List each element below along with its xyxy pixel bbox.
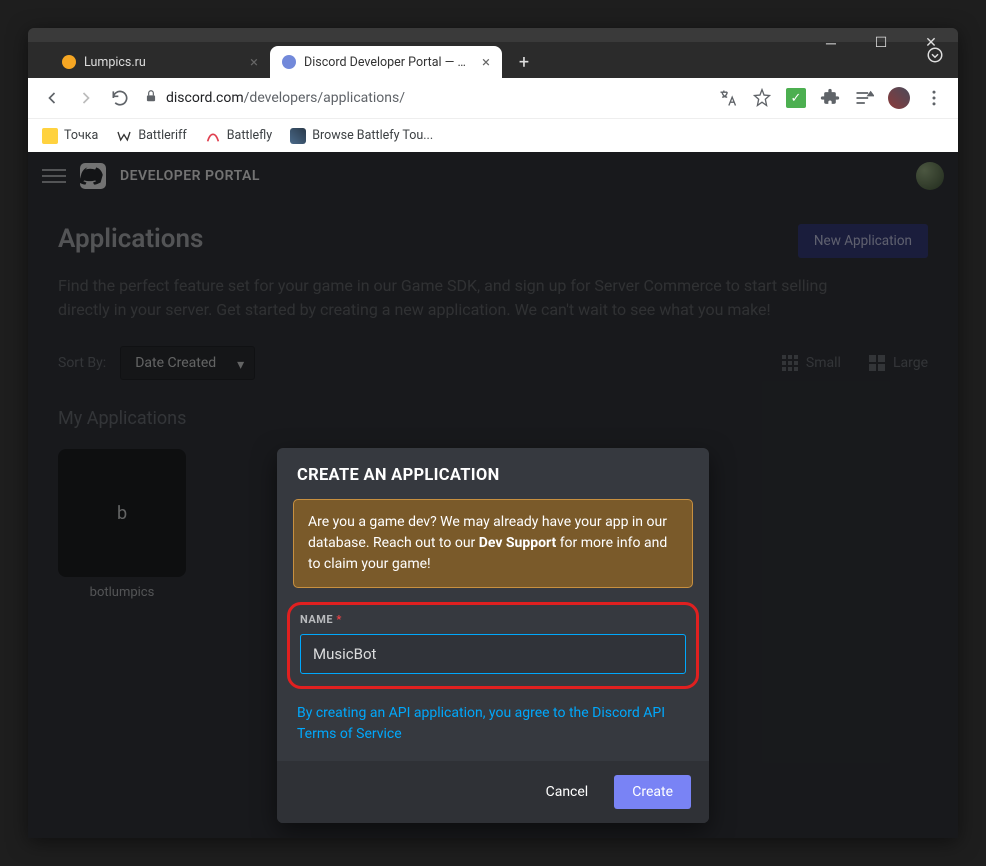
window-maximize-button[interactable]: ☐: [870, 32, 892, 54]
tab-favicon-icon: [62, 55, 76, 69]
window-titlebar: [28, 28, 958, 42]
menu-dots-icon[interactable]: [924, 88, 944, 108]
page-content: DEVELOPER PORTAL Applications New Applic…: [28, 152, 958, 838]
lock-icon: [144, 89, 158, 107]
tab-favicon-icon: [282, 55, 296, 69]
create-application-modal: CREATE AN APPLICATION Are you a game dev…: [277, 448, 709, 823]
extensions-icon[interactable]: [820, 88, 840, 108]
address-bar: discord.com/developers/applications/ ✓: [28, 78, 958, 118]
application-name-input[interactable]: [300, 634, 686, 674]
back-button[interactable]: [42, 88, 62, 108]
tab-close-icon[interactable]: ×: [250, 53, 258, 71]
tab-close-icon[interactable]: ×: [482, 53, 490, 71]
browser-tabs-bar: Lumpics.ru × Discord Developer Portal — …: [28, 42, 958, 78]
bookmark-icon: [116, 128, 132, 144]
new-tab-button[interactable]: +: [510, 48, 538, 76]
reload-button[interactable]: [110, 88, 130, 108]
tab-title: Lumpics.ru: [84, 55, 146, 70]
tab-title: Discord Developer Portal — My A: [304, 55, 474, 70]
translate-icon[interactable]: [718, 88, 738, 108]
bookmark-icon: [290, 128, 306, 144]
bookmarks-bar: Точка Battleriff Battlefly Browse Battle…: [28, 118, 958, 152]
browser-tab-discord[interactable]: Discord Developer Portal — My A ×: [270, 46, 502, 78]
bookmark-item[interactable]: Browse Battlefy Tou...: [290, 128, 433, 144]
browser-tab-lumpics[interactable]: Lumpics.ru ×: [50, 46, 270, 78]
name-field-label: NAME *: [300, 613, 686, 626]
dev-support-link[interactable]: Dev Support: [479, 535, 556, 551]
bookmark-item[interactable]: Battlefly: [205, 128, 272, 144]
modal-title: CREATE AN APPLICATION: [277, 448, 709, 499]
window-minimize-button[interactable]: ─: [820, 32, 842, 54]
game-dev-notice: Are you a game dev? We may already have …: [293, 499, 693, 588]
bookmark-item[interactable]: Точка: [42, 128, 98, 144]
extension-check-icon[interactable]: ✓: [786, 88, 806, 108]
tos-link[interactable]: By creating an API application, you agre…: [297, 703, 689, 745]
window-close-button[interactable]: ✕: [920, 32, 942, 54]
cancel-button[interactable]: Cancel: [540, 775, 595, 809]
bookmark-star-icon[interactable]: [752, 88, 772, 108]
name-field-highlight: NAME *: [287, 602, 699, 689]
bookmark-item[interactable]: Battleriff: [116, 128, 186, 144]
create-button[interactable]: Create: [614, 775, 691, 809]
url-display[interactable]: discord.com/developers/applications/: [144, 89, 704, 107]
bookmark-icon: [42, 128, 58, 144]
bookmark-icon: [205, 128, 221, 144]
browser-window: Lumpics.ru × Discord Developer Portal — …: [28, 28, 958, 838]
forward-button: [76, 88, 96, 108]
profile-avatar[interactable]: [888, 87, 910, 109]
modal-footer: Cancel Create: [277, 761, 709, 823]
reading-list-icon[interactable]: [854, 88, 874, 108]
